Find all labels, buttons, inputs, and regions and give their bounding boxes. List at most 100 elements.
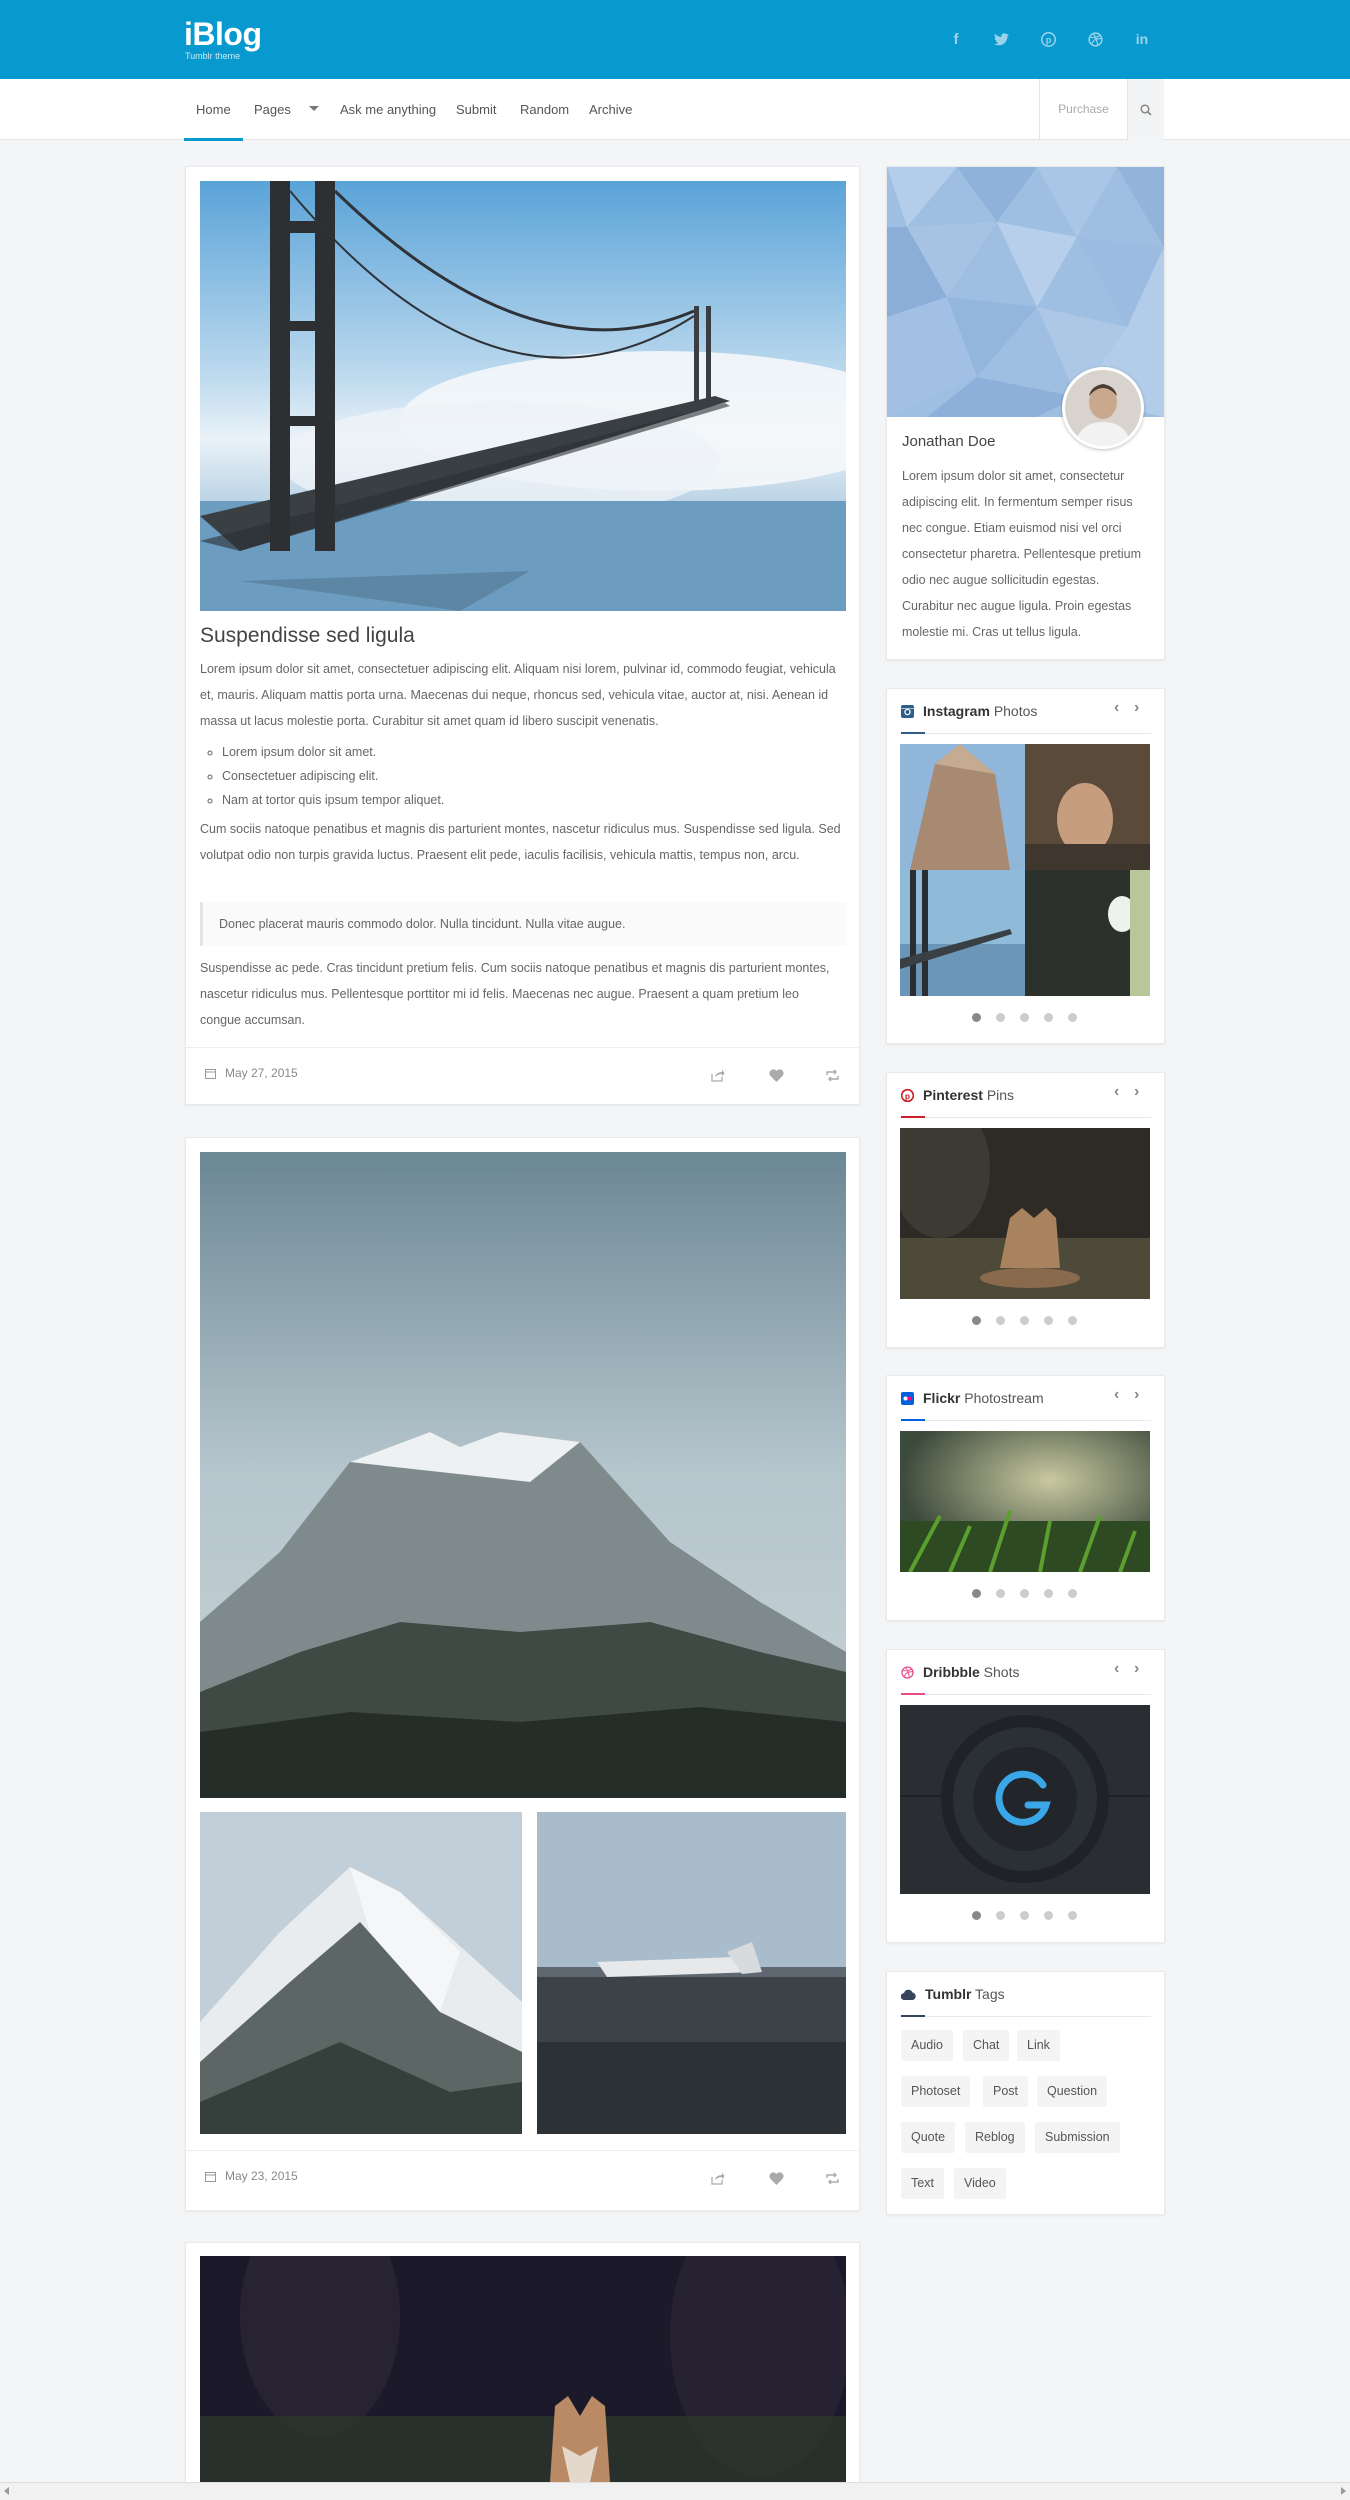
next-arrow-icon[interactable]: › <box>1134 1660 1139 1678</box>
nav-random[interactable]: Random <box>520 79 569 140</box>
calendar-icon <box>205 1069 216 1079</box>
twitter-icon[interactable] <box>990 28 1012 50</box>
calendar-icon <box>205 2172 216 2182</box>
site-tagline: Tumblr theme <box>185 51 241 61</box>
heart-icon[interactable] <box>769 2172 784 2185</box>
nav-pages[interactable]: Pages <box>254 79 319 140</box>
widget-divider <box>901 2015 1151 2017</box>
carousel-dot[interactable] <box>972 1013 981 1022</box>
purchase-button[interactable]: Purchase <box>1039 79 1128 140</box>
carousel-dot[interactable] <box>1068 1013 1077 1022</box>
post-paragraph: Lorem ipsum dolor sit amet, consectetuer… <box>200 662 836 728</box>
flickr-icon <box>901 1392 914 1405</box>
prev-arrow-icon[interactable]: ‹ <box>1114 1386 1119 1404</box>
snowy-slope-photo[interactable] <box>200 1812 522 2134</box>
widget-divider <box>901 1116 1151 1118</box>
horizontal-scrollbar[interactable] <box>0 2482 1350 2500</box>
list-item: Lorem ipsum dolor sit amet. <box>222 740 444 764</box>
carousel-dot[interactable] <box>1068 1589 1077 1598</box>
post-paragraph: Cum sociis natoque penatibus et magnis d… <box>200 822 841 862</box>
list-item: Nam at tortor quis ipsum tempor aliquet. <box>222 788 444 812</box>
tag-submission[interactable]: Submission <box>1035 2122 1120 2153</box>
mountain-photo[interactable] <box>200 1152 846 1798</box>
share-icon[interactable] <box>711 1069 725 1082</box>
profile-bio: Lorem ipsum dolor sit amet, consectetur … <box>902 469 1142 639</box>
carousel-dot[interactable] <box>1044 1911 1053 1920</box>
pinterest-title: Pinterest Pins <box>923 1087 1015 1103</box>
tag-post[interactable]: Post <box>983 2076 1029 2107</box>
dribbble-image[interactable] <box>900 1705 1150 1894</box>
carousel-dot[interactable] <box>1020 1316 1029 1325</box>
dribbble-icon <box>901 1666 914 1679</box>
reblog-icon[interactable] <box>825 1069 840 1082</box>
scroll-right-arrow-icon[interactable] <box>1341 2487 1346 2495</box>
prev-arrow-icon[interactable]: ‹ <box>1114 1083 1119 1101</box>
heart-icon[interactable] <box>769 1069 784 1082</box>
tag-text[interactable]: Text <box>901 2168 944 2199</box>
scroll-left-arrow-icon[interactable] <box>4 2487 9 2495</box>
tag-link[interactable]: Link <box>1017 2030 1060 2061</box>
next-arrow-icon[interactable]: › <box>1134 699 1139 717</box>
search-button[interactable] <box>1128 79 1164 140</box>
carousel-dot[interactable] <box>1068 1911 1077 1920</box>
tag-video[interactable]: Video <box>954 2168 1006 2199</box>
carousel-dot[interactable] <box>972 1589 981 1598</box>
carousel-dot[interactable] <box>1068 1316 1077 1325</box>
next-arrow-icon[interactable]: › <box>1134 1386 1139 1404</box>
nav-home[interactable]: Home <box>184 79 243 141</box>
post-footer: May 23, 2015 <box>186 2150 859 2208</box>
prev-arrow-icon[interactable]: ‹ <box>1114 1660 1119 1678</box>
next-arrow-icon[interactable]: › <box>1134 1083 1139 1101</box>
nav-bar: Home Pages Ask me anything Submit Random… <box>0 79 1350 141</box>
carousel-dot[interactable] <box>1044 1589 1053 1598</box>
share-icon[interactable] <box>711 2172 725 2185</box>
carousel-dot[interactable] <box>996 1316 1005 1325</box>
carousel-dot[interactable] <box>996 1911 1005 1920</box>
tag-photoset[interactable]: Photoset <box>901 2076 971 2107</box>
tag-quote[interactable]: Quote <box>901 2122 956 2153</box>
caret-down-icon <box>308 106 319 112</box>
instagram-title: Instagram Photos <box>923 703 1038 719</box>
fox-photo[interactable] <box>200 2256 846 2482</box>
bridge-photo[interactable] <box>200 181 846 611</box>
prev-arrow-icon[interactable]: ‹ <box>1114 699 1119 717</box>
post-title[interactable]: Suspendisse sed ligula <box>200 624 415 648</box>
post-date[interactable]: May 27, 2015 <box>225 1066 298 1080</box>
instagram-grid[interactable] <box>900 744 1150 996</box>
carousel-dot[interactable] <box>996 1589 1005 1598</box>
carousel-dot[interactable] <box>1044 1316 1053 1325</box>
profile-name[interactable]: Jonathan Doe <box>902 433 995 450</box>
post-list: Lorem ipsum dolor sit amet. Consectetuer… <box>222 740 444 812</box>
plane-wreck-photo[interactable] <box>537 1812 846 2134</box>
carousel-dot[interactable] <box>1020 1589 1029 1598</box>
carousel-dot[interactable] <box>972 1911 981 1920</box>
widget-divider <box>901 1419 1151 1421</box>
flickr-title: Flickr Photostream <box>923 1390 1044 1406</box>
linkedin-icon[interactable]: in <box>1131 28 1153 50</box>
site-logo[interactable]: iBlog <box>184 16 262 53</box>
tag-chat[interactable]: Chat <box>963 2030 1010 2061</box>
tag-question[interactable]: Question <box>1037 2076 1108 2107</box>
facebook-icon[interactable]: f <box>945 28 967 50</box>
tag-reblog[interactable]: Reblog <box>965 2122 1025 2153</box>
post-blockquote: Donec placerat mauris commodo dolor. Nul… <box>200 902 846 946</box>
carousel-dot[interactable] <box>1044 1013 1053 1022</box>
reblog-icon[interactable] <box>825 2172 840 2185</box>
flickr-image[interactable] <box>900 1431 1150 1572</box>
pinterest-icon[interactable]: p <box>1037 28 1059 50</box>
tag-audio[interactable]: Audio <box>901 2030 953 2061</box>
avatar[interactable] <box>1062 367 1144 449</box>
dribbble-icon[interactable] <box>1084 28 1106 50</box>
cloud-icon <box>901 1989 916 2000</box>
carousel-dot[interactable] <box>1020 1013 1029 1022</box>
carousel-dot[interactable] <box>972 1316 981 1325</box>
nav-ask[interactable]: Ask me anything <box>340 79 436 140</box>
search-icon <box>1140 103 1152 116</box>
nav-submit[interactable]: Submit <box>456 79 496 140</box>
header-bar: iBlog Tumblr theme f p in <box>0 0 1350 79</box>
post-date[interactable]: May 23, 2015 <box>225 2169 298 2183</box>
pinterest-image[interactable] <box>900 1128 1150 1299</box>
nav-archive[interactable]: Archive <box>589 79 632 140</box>
carousel-dot[interactable] <box>1020 1911 1029 1920</box>
carousel-dot[interactable] <box>996 1013 1005 1022</box>
